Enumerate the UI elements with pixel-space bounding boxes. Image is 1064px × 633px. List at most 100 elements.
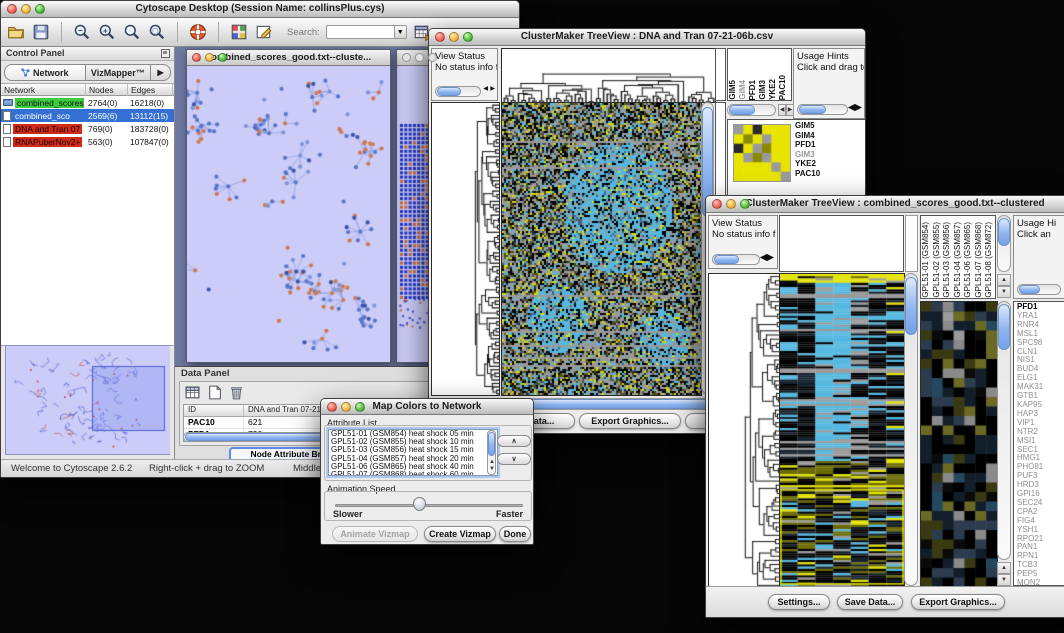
labels-hscrollbar[interactable]	[727, 104, 776, 116]
heatmap-canvas[interactable]	[779, 273, 905, 588]
animation-speed-slider[interactable]	[335, 504, 523, 507]
labels-vscrollbar[interactable]	[997, 215, 1011, 272]
save-icon[interactable]	[32, 23, 50, 41]
scroll-thumb[interactable]	[998, 304, 1010, 350]
scroll-right-icon[interactable]: ▶	[786, 104, 794, 116]
treeview2-titlebar[interactable]: ClusterMaker TreeView : combined_scores_…	[706, 196, 1064, 213]
close-icon[interactable]	[402, 53, 411, 62]
scroll-right-icon[interactable]: ▶	[855, 102, 862, 113]
close-icon[interactable]	[7, 4, 17, 14]
export-graphics-button[interactable]: Export Graphics...	[911, 594, 1005, 610]
tab-vizmapper[interactable]: VizMapper™	[86, 64, 152, 81]
close-icon[interactable]	[192, 53, 201, 62]
scroll-thumb[interactable]	[437, 87, 461, 96]
birdseye-canvas[interactable]	[6, 346, 170, 454]
col-network[interactable]: Network	[1, 84, 86, 96]
attribute-list[interactable]: GPL51-01 (GSM854) heat shock 05 minGPL51…	[328, 429, 498, 476]
scroll-left-icon[interactable]: ◀	[483, 84, 488, 95]
heatmap-canvas[interactable]	[501, 102, 702, 396]
scroll-right-icon[interactable]: ▶	[490, 84, 495, 95]
view-status-hscrollbar[interactable]	[712, 254, 760, 265]
tab-network[interactable]: Network	[4, 64, 86, 81]
tab-overflow-button[interactable]: ▶	[151, 64, 171, 81]
zoom-window-icon[interactable]	[35, 4, 45, 14]
zoom-window-icon[interactable]	[355, 402, 365, 412]
splitter-strip[interactable]	[905, 215, 918, 272]
scroll-thumb[interactable]	[1019, 285, 1040, 294]
col-id[interactable]: ID	[184, 405, 244, 416]
move-up-button[interactable]: ∧	[497, 435, 531, 447]
scroll-thumb[interactable]	[714, 255, 739, 264]
heatmap-vscrollbar[interactable]	[904, 273, 918, 586]
vizmapper-icon[interactable]	[230, 23, 248, 41]
network-window-1-titlebar[interactable]: combined_scores_good.txt--cluste...	[187, 50, 390, 66]
attribute-grid-icon[interactable]	[184, 384, 201, 401]
col-nodes[interactable]: Nodes	[86, 84, 128, 96]
row-dendrogram-canvas[interactable]	[708, 273, 780, 588]
network-row[interactable]: combined_sco2569(6)13112(15)	[1, 109, 174, 122]
network-window-1[interactable]: combined_scores_good.txt--cluste...	[186, 49, 391, 363]
scroll-thumb[interactable]	[998, 218, 1010, 246]
zoom-window-icon[interactable]	[740, 199, 750, 209]
row-dendrogram-canvas[interactable]	[431, 102, 500, 396]
scroll-right-icon[interactable]: ▶	[767, 252, 774, 263]
move-down-button[interactable]: ∨	[497, 453, 531, 465]
network-canvas-1[interactable]	[187, 66, 390, 362]
close-icon[interactable]	[712, 199, 722, 209]
new-attribute-icon[interactable]	[206, 384, 223, 401]
dialog-titlebar[interactable]: Map Colors to Network	[321, 399, 533, 415]
open-icon[interactable]	[7, 23, 25, 41]
usage-hints-hscrollbar[interactable]	[1017, 284, 1061, 295]
scroll-thumb[interactable]	[488, 432, 495, 456]
minimize-icon[interactable]	[205, 53, 214, 62]
zoom-out-icon[interactable]: −	[73, 23, 91, 41]
scroll-thumb[interactable]	[729, 105, 755, 115]
gene-list[interactable]: PFD1YRA1RNR4MSL1SPC98CLN1NIS1BUD4ELG1MAK…	[1013, 301, 1064, 586]
close-icon[interactable]	[435, 32, 445, 42]
column-dendrogram-canvas[interactable]	[501, 48, 716, 103]
scroll-down-icon[interactable]: ▼	[997, 574, 1011, 586]
attribute-item[interactable]: GPL51-07 (GSM868) heat shock 60 min	[331, 471, 497, 476]
scroll-down-icon[interactable]: ▼	[489, 466, 495, 473]
network-row[interactable]: combined_scores2764(0)16218(0)	[1, 96, 174, 109]
zoom-window-icon[interactable]	[463, 32, 473, 42]
birdseye-view[interactable]	[5, 345, 170, 455]
column-dendrogram-empty[interactable]	[779, 215, 904, 272]
minimize-icon[interactable]	[415, 53, 424, 62]
zoom-in-icon[interactable]: +	[98, 23, 116, 41]
zoom-window-icon[interactable]	[428, 53, 437, 62]
scroll-up-icon[interactable]: ▲	[489, 459, 495, 466]
annotation-icon[interactable]	[255, 23, 273, 41]
done-button[interactable]: Done	[499, 526, 531, 542]
close-icon[interactable]	[327, 402, 337, 412]
search-dropdown-icon[interactable]: ▼	[394, 25, 407, 39]
similarity-heatmap-canvas[interactable]	[733, 124, 791, 182]
network-row[interactable]: DNA and Tran 07769(0)183728(0)	[1, 122, 174, 135]
minimize-icon[interactable]	[21, 4, 31, 14]
search-input[interactable]	[326, 25, 394, 39]
column-labels[interactable]: GPL51-01 (GSM854)GPL51-02 (GSM855)GPL51-…	[920, 215, 996, 299]
zoom-selected-icon[interactable]	[123, 23, 141, 41]
minimize-icon[interactable]	[449, 32, 459, 42]
scroll-thumb[interactable]	[905, 277, 917, 335]
secondary-heatmap-canvas[interactable]	[920, 301, 998, 588]
slider-thumb[interactable]	[413, 497, 426, 511]
scroll-up-icon[interactable]: ▲	[997, 562, 1011, 574]
scroll-up-icon[interactable]: ▲	[997, 274, 1011, 286]
zoom-window-icon[interactable]	[218, 53, 227, 62]
secondary-vscrollbar[interactable]	[997, 301, 1011, 560]
help-icon[interactable]	[189, 23, 207, 41]
attribute-list-vscrollbar[interactable]: ▲ ▼	[487, 430, 496, 475]
minimize-icon[interactable]	[726, 199, 736, 209]
network-row[interactable]: RNAPuberNov2+563(0)107847(0)	[1, 135, 174, 148]
zoom-fit-icon[interactable]: □	[148, 23, 166, 41]
main-titlebar[interactable]: Cytoscape Desktop (Session Name: collins…	[1, 1, 519, 18]
scroll-down-icon[interactable]: ▼	[997, 286, 1011, 298]
create-vizmap-button[interactable]: Create Vizmap	[424, 526, 496, 542]
column-labels[interactable]: GIM5GIM4PFD1GIM3YKE2PAC10	[727, 48, 792, 101]
float-panel-icon[interactable]	[161, 49, 170, 58]
col-edges[interactable]: Edges	[128, 84, 173, 96]
scroll-left-icon[interactable]: ◀	[778, 104, 786, 116]
treeview1-titlebar[interactable]: ClusterMaker TreeView : DNA and Tran 07-…	[429, 29, 865, 46]
delete-attribute-icon[interactable]	[228, 384, 245, 401]
